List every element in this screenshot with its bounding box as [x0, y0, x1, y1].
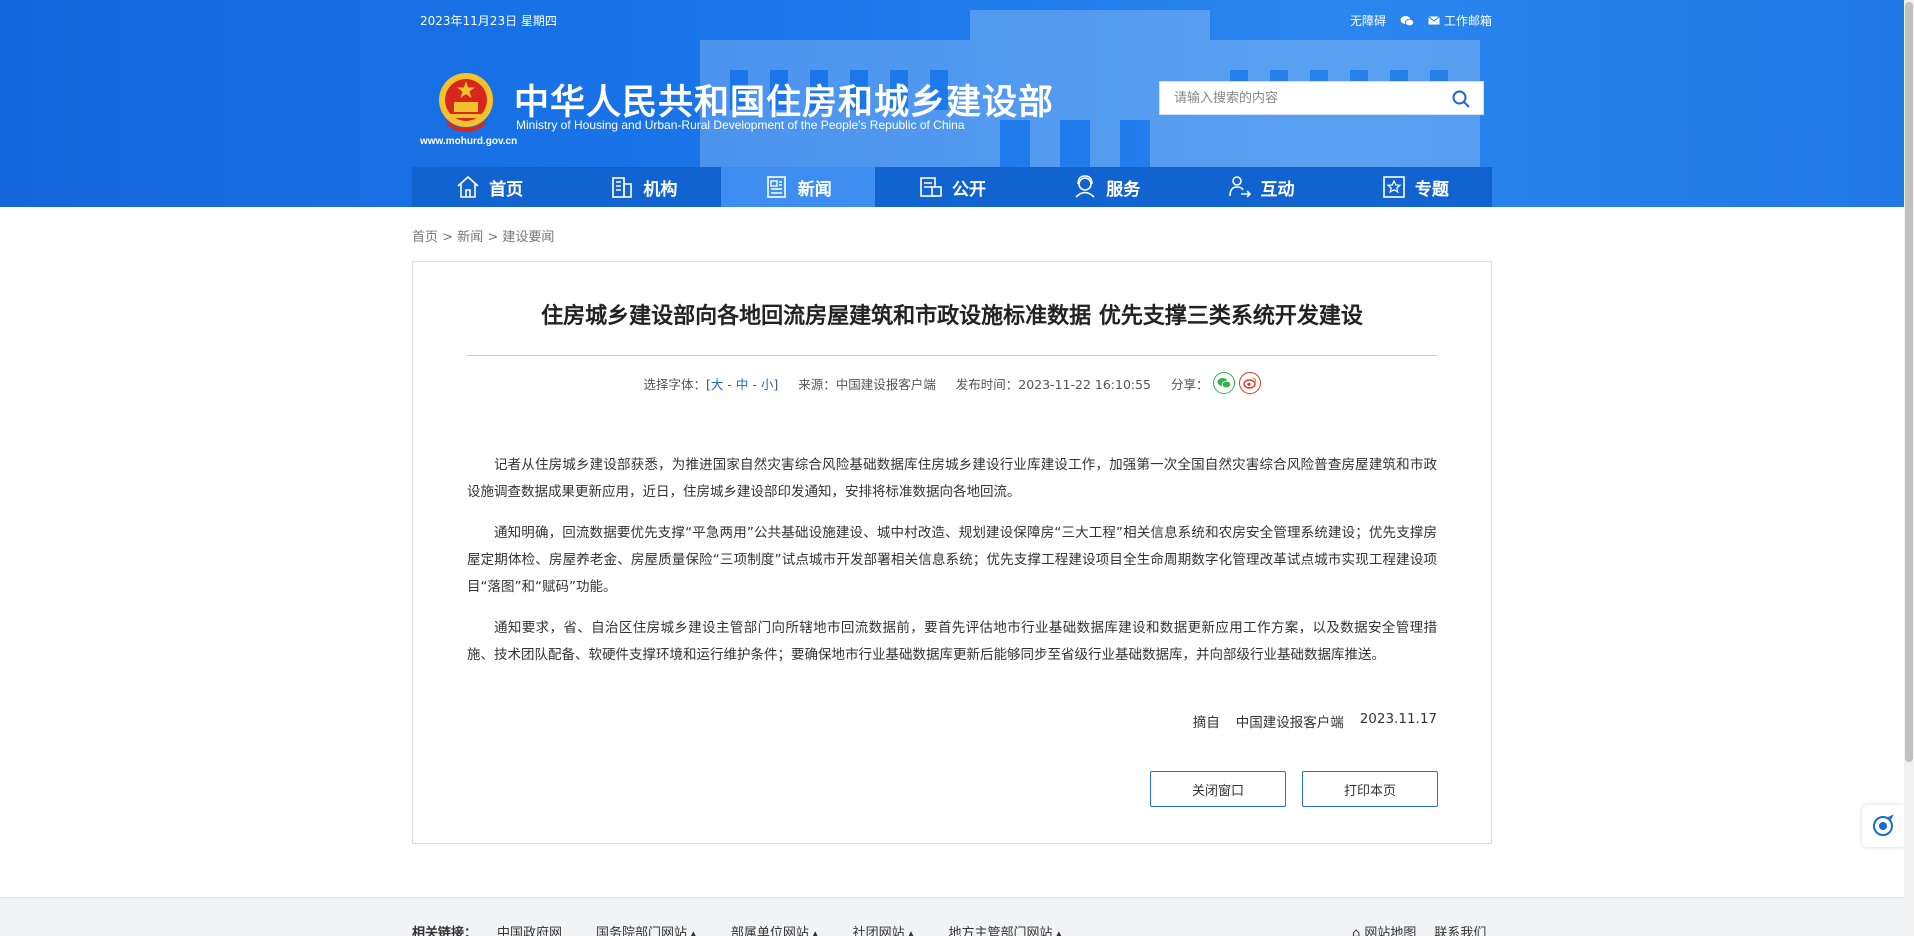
footer: 相关链接： 中国政府网 国务院部门网站 部属单位网站 社团网站 地方主管部门网站… — [0, 897, 1904, 936]
brand-area: www.mohurd.gov.cn 中华人民共和国住房和城乡建设部 Minist… — [412, 66, 1492, 156]
current-date: 2023年11月23日 星期四 — [420, 14, 557, 28]
title-divider — [467, 355, 1437, 356]
site-url: www.mohurd.gov.cn — [420, 136, 518, 147]
search-icon[interactable] — [1451, 89, 1471, 109]
nav-item-home[interactable]: 首页 — [412, 167, 566, 207]
nav-label: 首页 — [489, 179, 524, 200]
disclosure-icon — [920, 177, 942, 197]
floating-assistant-button[interactable] — [1862, 805, 1904, 847]
font-small-link[interactable]: 小 — [761, 377, 774, 392]
site-header: 2023年11月23日 星期四 无障碍 工作邮箱 www.mohurd.gov.… — [0, 0, 1904, 207]
nav-label: 服务 — [1106, 179, 1141, 200]
share-wechat-icon[interactable] — [1212, 372, 1235, 394]
breadcrumb-separator: > — [483, 230, 503, 245]
scrollbar-thumb[interactable] — [1905, 2, 1913, 762]
related-links-label: 相关链接： — [412, 926, 478, 936]
share-weibo-icon[interactable] — [1238, 372, 1261, 394]
excerpt-label: 摘自 — [1192, 715, 1220, 731]
top-links: 无障碍 工作邮箱 — [1350, 12, 1492, 29]
font-medium-link[interactable]: 中 — [736, 377, 749, 392]
accessibility-link[interactable]: 无障碍 — [1350, 12, 1386, 29]
ministry-title-en: Ministry of Housing and Urban-Rural Deve… — [516, 118, 965, 132]
link-associations[interactable]: 社团网站 — [853, 922, 915, 936]
close-window-button[interactable]: 关闭窗口 — [1150, 771, 1286, 807]
footer-utility-links: ⌂ 网站地图 联系我们 — [1352, 922, 1486, 936]
breadcrumb-current[interactable]: 建设要闻 — [502, 230, 554, 245]
link-gov[interactable]: 中国政府网 — [497, 922, 562, 936]
font-size-selector: 选择字体：[大 - 中 - 小] — [643, 374, 778, 393]
breadcrumb: 首页 > 新闻 > 建设要闻 — [412, 226, 554, 245]
nav-item-institutions[interactable]: 机构 — [566, 167, 720, 207]
font-select-label: 选择字体：[ — [643, 376, 711, 392]
breadcrumb-separator: > — [438, 230, 458, 245]
article-paragraph: 通知要求，省、自治区住房城乡建设主管部门向所辖地市回流数据前，要首先评估地市行业… — [467, 620, 1437, 663]
home-icon — [457, 175, 479, 198]
publish-time: 发布时间：2023-11-22 16:10:55 — [955, 376, 1152, 392]
share-area: 分享： — [1171, 372, 1261, 394]
nav-item-disclosure[interactable]: 公开 — [875, 167, 1029, 207]
service-icon — [1075, 175, 1095, 198]
sitemap-label: 网站地图 — [1364, 926, 1417, 936]
article-paragraph: 通知明确，回流数据要优先支撑“平急两用”公共基础设施建设、城中村改造、规划建设保… — [467, 525, 1437, 595]
nav-label: 专题 — [1414, 179, 1449, 200]
font-select-close: ] — [773, 376, 779, 392]
article-body: 记者从住房城乡建设部获悉，为推进国家自然灾害综合风险基础数据库住房城乡建设行业库… — [467, 452, 1437, 683]
contact-link[interactable]: 联系我们 — [1434, 922, 1486, 936]
national-emblem-icon — [439, 73, 493, 132]
top-bar: 2023年11月23日 星期四 无障碍 工作邮箱 — [412, 0, 1492, 40]
nav-label: 新闻 — [797, 179, 832, 200]
article-source: 来源：中国建设报客户端 — [798, 376, 936, 392]
font-dash: - — [748, 376, 761, 392]
interaction-icon — [1228, 176, 1251, 198]
nav-label: 公开 — [951, 179, 986, 200]
nav-item-interaction[interactable]: 互动 — [1183, 167, 1337, 207]
article-panel: 住房城乡建设部向各地回流房屋建筑和市政设施标准数据 优先支撑三类系统开发建设 选… — [412, 261, 1492, 844]
work-mail-link[interactable]: 工作邮箱 — [1428, 12, 1492, 29]
nav-item-topics[interactable]: 专题 — [1338, 167, 1492, 207]
page-scrollbar[interactable] — [1904, 0, 1914, 936]
work-mail-label: 工作邮箱 — [1443, 14, 1492, 28]
nav-item-service[interactable]: 服务 — [1029, 167, 1183, 207]
article-paragraph: 记者从住房城乡建设部获悉，为推进国家自然灾害综合风险基础数据库住房城乡建设行业库… — [467, 457, 1437, 500]
excerpt-line: 摘自 中国建设报客户端 2023.11.17 — [1193, 711, 1437, 731]
sitemap-link[interactable]: ⌂ 网站地图 — [1352, 922, 1416, 936]
link-local-departments[interactable]: 地方主管部门网站 — [948, 922, 1062, 936]
article-meta: 选择字体：[大 - 中 - 小] 来源：中国建设报客户端 发布时间：2023-1… — [413, 372, 1491, 394]
link-state-council-departments[interactable]: 国务院部门网站 — [596, 922, 697, 936]
building-icon — [612, 177, 633, 198]
topic-icon — [1383, 176, 1405, 198]
link-affiliated-units[interactable]: 部属单位网站 — [731, 922, 819, 936]
main-nav: 首页 机构 新闻 公开 服务 互动 专题 — [412, 167, 1492, 207]
excerpt-source: 中国建设报客户端 — [1235, 715, 1344, 731]
search-input[interactable] — [1160, 82, 1440, 114]
nav-label: 互动 — [1260, 179, 1295, 200]
font-large-link[interactable]: 大 — [711, 377, 724, 392]
wechat-icon[interactable] — [1400, 15, 1414, 27]
assistant-icon — [1873, 814, 1894, 836]
breadcrumb-news[interactable]: 新闻 — [457, 230, 483, 245]
related-links: 相关链接： 中国政府网 国务院部门网站 部属单位网站 社团网站 地方主管部门网站 — [412, 922, 1062, 936]
nav-item-news[interactable]: 新闻 — [720, 167, 875, 207]
font-dash: - — [723, 376, 736, 392]
article-title: 住房城乡建设部向各地回流房屋建筑和市政设施标准数据 优先支撑三类系统开发建设 — [541, 304, 1363, 329]
search-box — [1159, 81, 1484, 115]
news-icon — [766, 176, 786, 198]
print-page-button[interactable]: 打印本页 — [1302, 771, 1438, 807]
nav-label: 机构 — [643, 179, 678, 200]
excerpt-date: 2023.11.17 — [1359, 711, 1437, 727]
share-label: 分享： — [1171, 376, 1209, 392]
breadcrumb-home[interactable]: 首页 — [412, 230, 438, 245]
mail-icon — [1428, 16, 1440, 25]
